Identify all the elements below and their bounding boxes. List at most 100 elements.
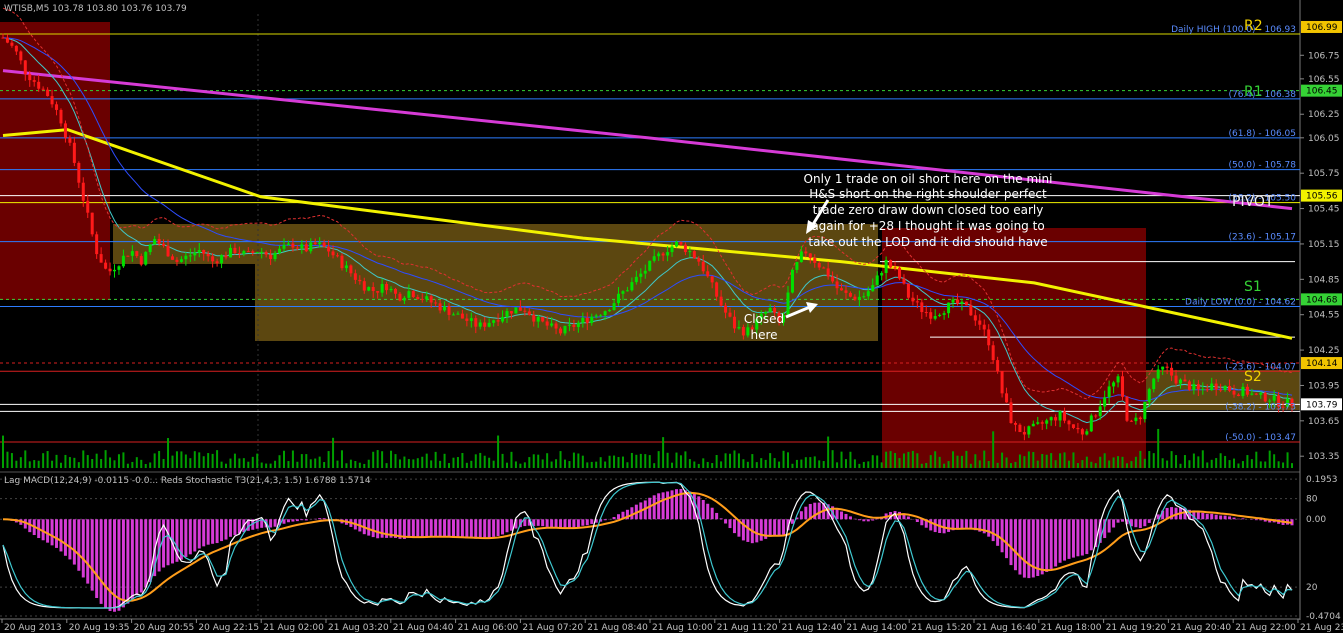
candle-body <box>1272 395 1276 401</box>
candle-body <box>130 251 134 256</box>
indicator-header: Lag MACD(12,24,9) -0.0115 -0.0... Reds S… <box>4 476 371 486</box>
candle-body <box>808 253 812 259</box>
candle-body <box>1170 367 1174 376</box>
candle-body <box>28 74 32 81</box>
time-label: 21 Aug 10:00 <box>652 623 713 633</box>
candle-body <box>1116 376 1120 383</box>
candle-body <box>269 254 273 259</box>
candle-body <box>37 81 41 89</box>
candle-body <box>706 271 710 277</box>
candle-body <box>1147 389 1151 402</box>
candle-body <box>585 317 589 324</box>
candle-body <box>1223 385 1227 390</box>
candle-body <box>211 256 215 262</box>
candle-body <box>1107 386 1111 398</box>
candle-body <box>536 316 540 322</box>
candle-body <box>349 265 353 274</box>
candle-body <box>197 250 201 253</box>
candle-body <box>795 262 799 270</box>
candle-body <box>1076 427 1080 430</box>
candle-body <box>969 305 973 316</box>
candle-body <box>1178 379 1182 384</box>
candle-body <box>786 292 790 316</box>
price-tick-label: 106.25 <box>1308 110 1340 120</box>
candle-body <box>541 316 545 322</box>
candle-body <box>813 258 817 263</box>
price-tick-label: 103.95 <box>1308 381 1340 391</box>
candle-body <box>1183 379 1187 382</box>
candle-body <box>857 296 861 300</box>
candle-body <box>1027 426 1031 435</box>
closed-line-1: Closed <box>744 312 784 326</box>
time-label: 21 Aug 08:40 <box>587 623 648 633</box>
annotation-line-5: take out the LOD and it did should have <box>808 235 1047 249</box>
candle-body <box>719 296 723 306</box>
trading-chart[interactable]: 106.75 106.55 106.25 106.05 105.75 105.45 105.… <box>0 0 1343 633</box>
candle-body <box>1241 386 1245 396</box>
candle-body <box>121 255 125 267</box>
candle-body <box>282 245 286 249</box>
candle-body <box>728 312 732 317</box>
candle-body <box>559 328 563 334</box>
candle-body <box>166 245 170 257</box>
candle-body <box>799 251 803 263</box>
candle-body <box>920 302 924 313</box>
candle-body <box>942 313 946 315</box>
candle-body <box>55 104 59 110</box>
candle-body <box>1174 375 1178 384</box>
candle-body <box>46 89 50 97</box>
price-tick-label: 104.55 <box>1308 311 1340 321</box>
candle-body <box>960 301 964 304</box>
candle-body <box>81 182 85 201</box>
candle-body <box>402 297 406 301</box>
candle-body <box>162 243 166 246</box>
candle-body <box>853 296 857 300</box>
candle-body <box>478 322 482 327</box>
candle-body <box>670 246 674 253</box>
candle-body <box>1121 376 1125 397</box>
candle-body <box>148 244 152 253</box>
price-box-label: 103.79 <box>1306 400 1338 410</box>
candle-body <box>41 88 45 90</box>
pivot-s2-label: S2 <box>1244 369 1262 385</box>
fib-label: (-38.2) - 103.73 <box>1225 402 1296 412</box>
zone-red-right <box>882 228 1146 468</box>
candle-body <box>251 251 255 253</box>
candle-body <box>1138 417 1142 420</box>
candle-body <box>228 247 232 258</box>
candle-body <box>590 316 594 324</box>
candle-body <box>692 251 696 259</box>
candle-body <box>139 256 143 265</box>
candle-body <box>14 45 18 52</box>
candle-body <box>898 267 902 279</box>
candle-body <box>1134 417 1138 422</box>
candle-body <box>188 255 192 257</box>
candle-body <box>826 268 830 277</box>
candle-body <box>978 320 982 325</box>
candle-body <box>1018 424 1022 433</box>
candle-body <box>309 242 313 252</box>
candle-body <box>1022 432 1026 435</box>
candle-body <box>77 162 81 183</box>
candle-body <box>951 299 955 303</box>
candle-body <box>1259 392 1263 395</box>
candle-body <box>889 259 893 268</box>
annotation-line-1: Only 1 trade on oil short here on the mi… <box>804 172 1053 186</box>
candle-body <box>737 327 741 329</box>
candle-body <box>1085 431 1089 435</box>
candle-body <box>393 288 397 294</box>
candle-body <box>1054 417 1058 421</box>
price-tick-label: 105.45 <box>1308 205 1340 215</box>
candle-body <box>576 322 580 327</box>
closed-line-2: here <box>750 328 777 342</box>
candle-body <box>701 261 705 272</box>
candle-body <box>831 276 835 282</box>
candle-body <box>255 252 259 254</box>
candle-body <box>550 323 554 326</box>
candle-body <box>1080 429 1084 435</box>
candle-body <box>514 307 518 314</box>
candle-body <box>246 251 250 253</box>
candle-body <box>327 246 331 252</box>
time-label: 21 Aug 20:40 <box>1170 623 1231 633</box>
time-label: 21 Aug 04:40 <box>393 623 454 633</box>
